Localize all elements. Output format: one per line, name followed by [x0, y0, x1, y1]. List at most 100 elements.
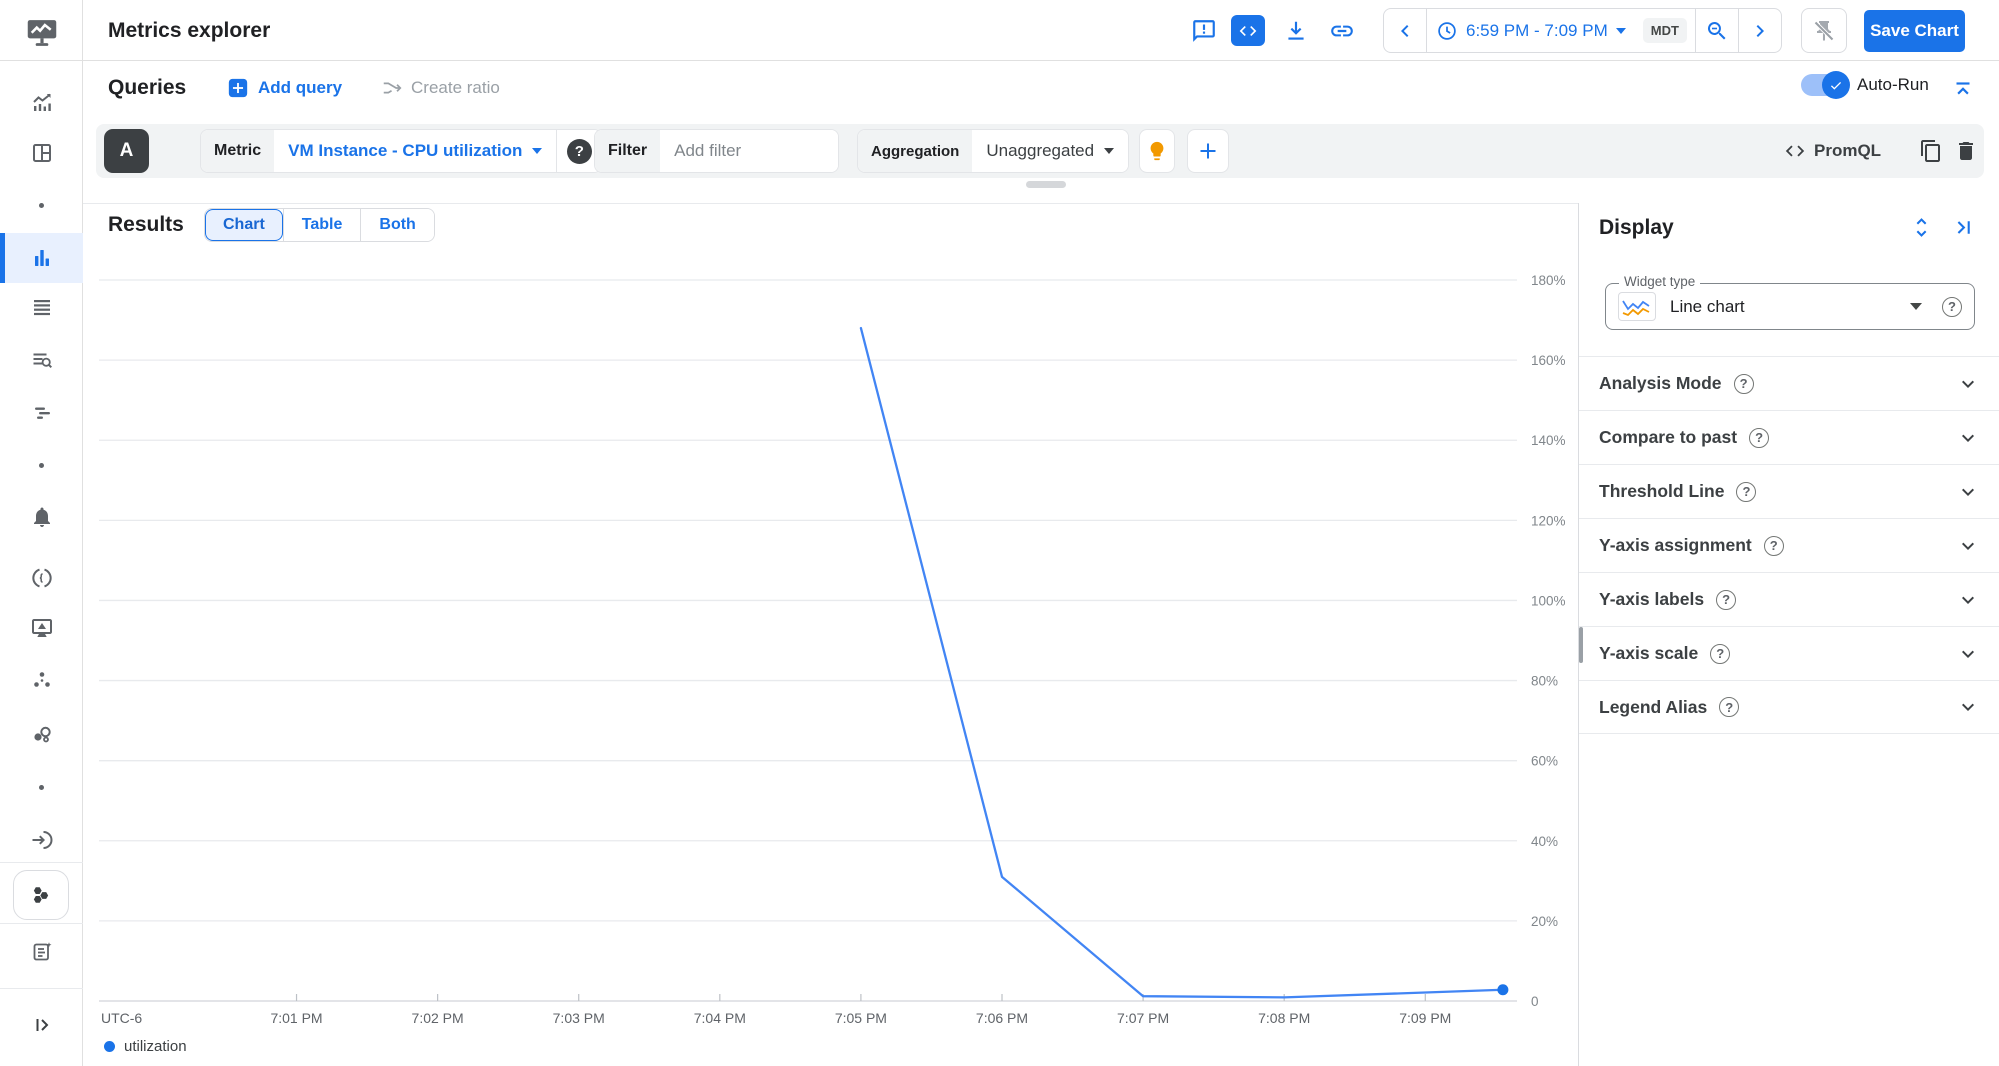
sidebar-item-integrations[interactable] — [30, 723, 54, 747]
add-query-button[interactable]: Add query — [227, 77, 342, 99]
metrics-explorer-app: Metrics explorer 6:59 PM - 7:09 PM MDT S… — [0, 0, 1999, 1066]
sidebar-divider — [0, 988, 83, 989]
time-forward-button[interactable] — [1739, 9, 1781, 52]
sidebar-item-metrics-explorer[interactable] — [30, 246, 54, 270]
embed-code-icon[interactable] — [1231, 15, 1265, 46]
display-panel: Display Line chart ? Widget type Analysi… — [1578, 203, 1999, 1066]
sidebar-collapsed-dot[interactable] — [39, 203, 44, 208]
header: Metrics explorer 6:59 PM - 7:09 PM MDT S… — [83, 0, 1999, 61]
svg-text:7:05 PM: 7:05 PM — [835, 1010, 887, 1026]
sidebar-item-log-based-metrics[interactable] — [30, 295, 54, 319]
svg-text:7:01 PM: 7:01 PM — [270, 1010, 322, 1026]
check-icon — [1830, 82, 1842, 90]
sidebar-item-services[interactable] — [30, 566, 54, 590]
sidebar-item-settings[interactable] — [30, 828, 54, 852]
sidebar-item-uptime-checks[interactable] — [30, 616, 54, 640]
sidebar-item-groups[interactable] — [30, 668, 54, 692]
svg-text:7:07 PM: 7:07 PM — [1117, 1010, 1169, 1026]
sidebar-item-kubernetes-engine[interactable] — [13, 870, 69, 920]
svg-text:100%: 100% — [1531, 593, 1566, 608]
chevron-left-icon — [1401, 24, 1409, 37]
sidebar-item-release-notes[interactable] — [30, 940, 54, 964]
svg-text:7:06 PM: 7:06 PM — [976, 1010, 1028, 1026]
help-icon[interactable]: ? — [1763, 535, 1784, 556]
svg-text:7:04 PM: 7:04 PM — [694, 1010, 746, 1026]
metric-label: Metric — [201, 130, 275, 172]
expand-all-button[interactable] — [1909, 215, 1934, 240]
svg-text:7:08 PM: 7:08 PM — [1258, 1010, 1310, 1026]
display-section-y-axis-labels[interactable]: Y-axis labels ? — [1579, 572, 1999, 626]
sidebar-item-trace[interactable] — [30, 401, 54, 425]
resize-handle[interactable] — [1026, 181, 1066, 188]
help-icon[interactable]: ? — [1749, 427, 1770, 448]
aggregation-value: Unaggregated — [986, 141, 1095, 160]
widget-type-label: Widget type — [1619, 274, 1701, 289]
sidebar-item-alerting[interactable] — [30, 505, 54, 529]
zoom-out-button[interactable] — [1696, 9, 1738, 52]
monitoring-logo-icon — [23, 13, 61, 51]
display-section-threshold-line[interactable]: Threshold Line ? — [1579, 464, 1999, 518]
query-letter-badge[interactable]: A — [104, 129, 149, 173]
help-icon[interactable]: ? — [1733, 373, 1754, 394]
filter-input[interactable] — [674, 141, 825, 161]
save-chart-button[interactable]: Save Chart — [1864, 10, 1965, 52]
add-plus-icon — [228, 78, 248, 98]
aggregation-value-button[interactable]: Unaggregated — [972, 130, 1129, 172]
display-section-y-axis-assignment[interactable]: Y-axis assignment ? — [1579, 518, 1999, 572]
get-link-icon[interactable] — [1329, 18, 1355, 44]
display-section-legend-alias[interactable]: Legend Alias ? — [1579, 680, 1999, 734]
sidebar-item-dashboards[interactable] — [30, 141, 54, 165]
feedback-icon[interactable] — [1191, 18, 1217, 44]
sidebar-expand-button[interactable] — [30, 1013, 54, 1037]
legend-item-utilization[interactable]: utilization — [104, 1038, 187, 1055]
display-section-compare-to-past[interactable]: Compare to past ? — [1579, 410, 1999, 464]
delete-query-button[interactable] — [1954, 139, 1978, 163]
chevron-down-icon — [1615, 27, 1626, 34]
time-range-button[interactable]: 6:59 PM - 7:09 PM — [1427, 9, 1635, 52]
zoom-out-icon — [1707, 21, 1726, 39]
suggestion-button[interactable] — [1139, 129, 1175, 173]
chart-area[interactable]: 180% 160% 140% 120% 100% 80% 60% 40% 20% 0 7:01 PM… — [99, 268, 1579, 1043]
widget-type-help-icon[interactable]: ? — [1942, 296, 1962, 317]
copy-query-button[interactable] — [1919, 139, 1943, 163]
chevron-down-icon — [1962, 596, 1974, 604]
time-back-button[interactable] — [1384, 9, 1426, 52]
help-icon[interactable]: ? — [1716, 589, 1737, 610]
section-label: Threshold Line — [1599, 481, 1725, 501]
chevron-down-icon — [1104, 148, 1115, 154]
metric-value-button[interactable]: VM Instance - CPU utilization — [274, 130, 557, 172]
pin-off-icon — [1814, 20, 1834, 41]
help-icon[interactable]: ? — [1719, 697, 1740, 717]
panel-scrollbar[interactable] — [1579, 627, 1583, 663]
help-icon[interactable]: ? — [1710, 643, 1731, 664]
add-aggregation-step-button[interactable] — [1187, 129, 1229, 173]
sidebar-collapsed-dot[interactable] — [39, 463, 44, 468]
widget-type-select[interactable]: Line chart ? — [1605, 283, 1975, 330]
add-query-label: Add query — [258, 78, 343, 97]
display-section-y-axis-scale[interactable]: Y-axis scale ? — [1579, 626, 1999, 680]
auto-run-toggle[interactable]: Auto-Run — [1801, 71, 1929, 99]
tab-both[interactable]: Both — [360, 209, 434, 241]
display-section-analysis-mode[interactable]: Analysis Mode ? — [1579, 356, 1999, 410]
time-range-value: 6:59 PM - 7:09 PM — [1466, 20, 1608, 40]
promql-button[interactable]: PromQL — [1784, 124, 1881, 178]
queries-bar: Queries Add query Create ratio Auto-Run — [83, 61, 1999, 117]
display-sections: Analysis Mode ? Compare to past ? Thresh… — [1579, 356, 1999, 734]
widget-type-value: Line chart — [1670, 296, 1745, 316]
tab-table[interactable]: Table — [282, 209, 361, 241]
queries-heading: Queries — [108, 76, 187, 99]
help-icon[interactable]: ? — [1736, 481, 1757, 502]
create-ratio-button[interactable]: Create ratio — [381, 77, 500, 99]
collapse-queries-button[interactable] — [1950, 77, 1976, 103]
collapse-panel-button[interactable] — [1951, 215, 1976, 240]
lightbulb-icon — [1150, 141, 1164, 161]
sidebar-collapsed-dot[interactable] — [39, 785, 44, 790]
download-icon[interactable] — [1283, 18, 1309, 44]
tab-chart[interactable]: Chart — [205, 209, 283, 241]
sidebar-item-overview[interactable] — [30, 91, 54, 115]
sidebar-item-logs-explorer[interactable] — [30, 348, 54, 372]
svg-text:120%: 120% — [1531, 513, 1566, 528]
collapse-up-icon — [1956, 82, 1970, 95]
unpin-button[interactable] — [1801, 8, 1847, 53]
aggregation-selector: Aggregation Unaggregated — [857, 129, 1130, 173]
